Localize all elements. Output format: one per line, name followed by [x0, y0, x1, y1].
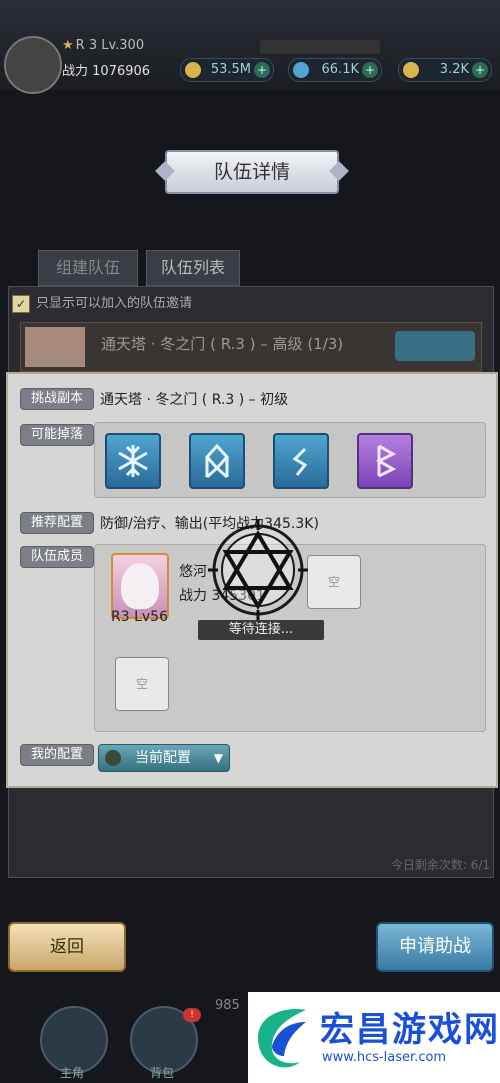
request-help-button[interactable]: 申请助战 — [376, 922, 494, 972]
player-power: 战力 1076906 — [62, 60, 182, 79]
drops-label: 可能掉落 — [20, 424, 94, 446]
remaining-count: 今日剩余次数: 6/1 — [390, 858, 490, 872]
rune-item-1[interactable] — [105, 433, 161, 489]
challenge-value: 通天塔 · 冬之门 ( R.3 ) – 初级 — [100, 392, 289, 408]
currency-gold: 53.5M + — [180, 58, 274, 82]
recommend-label: 推荐配置 — [20, 512, 94, 534]
member-rank-level: R3 Lv56 — [111, 609, 168, 625]
blue-gem-icon — [293, 62, 309, 78]
tab-create-team[interactable]: 组建队伍 — [38, 250, 138, 286]
config-selected-value: 当前配置 — [135, 750, 191, 766]
currency-value: 3.2K — [439, 62, 469, 77]
watermark-url: www.hcs-laser.com — [322, 1050, 447, 1065]
rune-berkano-icon — [375, 444, 397, 478]
rune-othala-icon — [204, 443, 230, 479]
drops-box — [94, 422, 486, 498]
config-select[interactable]: 当前配置 ▼ — [98, 744, 230, 772]
power-value: 1076906 — [92, 64, 151, 79]
join-button[interactable] — [395, 331, 475, 361]
watermark-brand: 宏昌游戏网 — [320, 1010, 500, 1050]
rune-snow-icon — [118, 445, 148, 477]
team-detail-dialog: 挑战副本 通天塔 · 冬之门 ( R.3 ) – 初级 可能掉落 推荐配置 防御… — [6, 372, 498, 788]
currency-value: 53.5M — [210, 62, 251, 77]
tab-team-list[interactable]: 队伍列表 — [146, 250, 240, 286]
back-button[interactable]: 返回 — [8, 922, 126, 972]
notification-badge: ! — [183, 1008, 201, 1022]
page-title: 队伍详情 — [165, 150, 339, 194]
power-label: 战力 — [62, 64, 89, 79]
checkbox-icon[interactable]: ✓ — [12, 294, 30, 313]
team-invite-label: 通天塔 · 冬之门 ( R.3 ) – 高级 (1/3) — [101, 335, 344, 353]
challenge-label: 挑战副本 — [20, 388, 94, 410]
member-rank: R3 — [111, 609, 130, 625]
member-power-label: 战力 — [179, 588, 207, 604]
currency-gold-gem: 3.2K + — [398, 58, 492, 82]
add-blue-gem-button[interactable]: + — [362, 62, 378, 78]
team-invite-row[interactable]: 通天塔 · 冬之门 ( R.3 ) – 高级 (1/3) — [20, 322, 482, 372]
chevron-down-icon: ▼ — [213, 751, 223, 765]
rune-kaun-icon — [292, 447, 308, 476]
rune-item-3[interactable] — [273, 433, 329, 489]
message-bar — [260, 40, 380, 54]
watermark-logo-icon — [258, 1009, 306, 1068]
nav-bag-label: 背包 — [149, 1066, 174, 1080]
rune-item-2[interactable] — [189, 433, 245, 489]
nav-hero-label: 主角 — [59, 1066, 84, 1080]
member-level: Lv56 — [134, 609, 168, 625]
rank-text: R 3 Lv.300 — [75, 38, 145, 53]
filter-label: 只显示可以加入的队伍邀请 — [36, 296, 193, 311]
gold-gem-icon — [403, 62, 419, 78]
character-face-icon — [121, 563, 159, 609]
gold-coin-icon — [185, 62, 201, 78]
member-name: 悠河 — [179, 564, 207, 580]
team-thumbnail — [25, 327, 85, 367]
empty-slot-2[interactable]: 空 — [115, 657, 169, 711]
player-avatar[interactable] — [4, 36, 62, 94]
currency-blue-gem: 66.1K + — [288, 58, 382, 82]
config-icon — [105, 750, 121, 766]
star-icon: ★ — [62, 38, 74, 53]
loading-hexagram-icon — [208, 520, 308, 620]
waiting-status: 等待连接... — [198, 620, 324, 640]
currency-value: 66.1K — [321, 62, 359, 77]
add-gold-button[interactable]: + — [254, 62, 270, 78]
add-gold-gem-button[interactable]: + — [472, 62, 488, 78]
my-config-label: 我的配置 — [20, 744, 94, 766]
filter-row[interactable]: ✓ 只显示可以加入的队伍邀请 — [12, 292, 472, 314]
members-label: 队伍成员 — [20, 546, 94, 568]
rune-item-4[interactable] — [357, 433, 413, 489]
empty-slot-1[interactable]: 空 — [307, 555, 361, 609]
